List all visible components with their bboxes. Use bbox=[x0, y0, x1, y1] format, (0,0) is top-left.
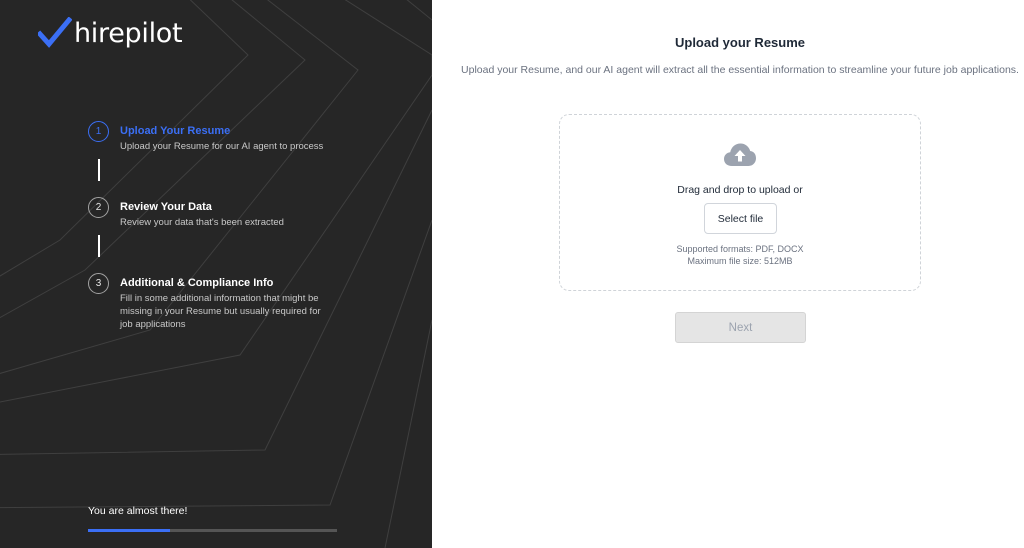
sidebar-panel: hirepilot 1 Upload Your Resume Upload yo… bbox=[0, 0, 432, 548]
brand-logo: hirepilot bbox=[38, 17, 183, 51]
progress-bar bbox=[88, 529, 337, 532]
file-dropzone[interactable]: Drag and drop to upload or Select file S… bbox=[559, 114, 921, 291]
step-number: 2 bbox=[88, 197, 109, 218]
step-title: Upload Your Resume bbox=[120, 125, 231, 137]
supported-formats: Supported formats: PDF, DOCX bbox=[676, 244, 804, 254]
drag-drop-text: Drag and drop to upload or bbox=[677, 184, 803, 196]
step-description: Fill in some additional information that… bbox=[120, 293, 321, 330]
progress-fill bbox=[88, 529, 171, 532]
step-title: Review Your Data bbox=[120, 201, 212, 213]
page-subtitle: Upload your Resume, and our AI agent wil… bbox=[461, 64, 1019, 76]
file-requirements: Supported formats: PDF, DOCX Maximum fil… bbox=[560, 243, 920, 267]
step-number: 3 bbox=[88, 273, 109, 294]
next-button[interactable]: Next bbox=[675, 312, 806, 343]
step-description: Upload your Resume for our AI agent to p… bbox=[120, 141, 324, 152]
step-title: Additional & Compliance Info bbox=[120, 277, 274, 289]
checkmark-logo-icon bbox=[38, 17, 72, 48]
step-connector bbox=[98, 235, 100, 257]
max-file-size: Maximum file size: 512MB bbox=[687, 256, 793, 266]
step-review-data: 2 Review Your Data Review your data that… bbox=[88, 197, 335, 229]
step-number: 1 bbox=[88, 121, 109, 142]
brand-name: hirepilot bbox=[74, 18, 183, 49]
step-compliance-info: 3 Additional & Compliance Info Fill in s… bbox=[88, 273, 335, 331]
cloud-upload-icon bbox=[724, 143, 756, 166]
step-description: Review your data that's been extracted bbox=[120, 217, 284, 228]
page-title: Upload your Resume bbox=[674, 35, 806, 50]
step-upload-resume: 1 Upload Your Resume Upload your Resume … bbox=[88, 121, 335, 153]
main-content: Upload your Resume Upload your Resume, a… bbox=[432, 0, 1024, 548]
progress-label: You are almost there! bbox=[88, 505, 188, 517]
step-connector bbox=[98, 159, 100, 181]
select-file-button[interactable]: Select file bbox=[704, 203, 777, 234]
